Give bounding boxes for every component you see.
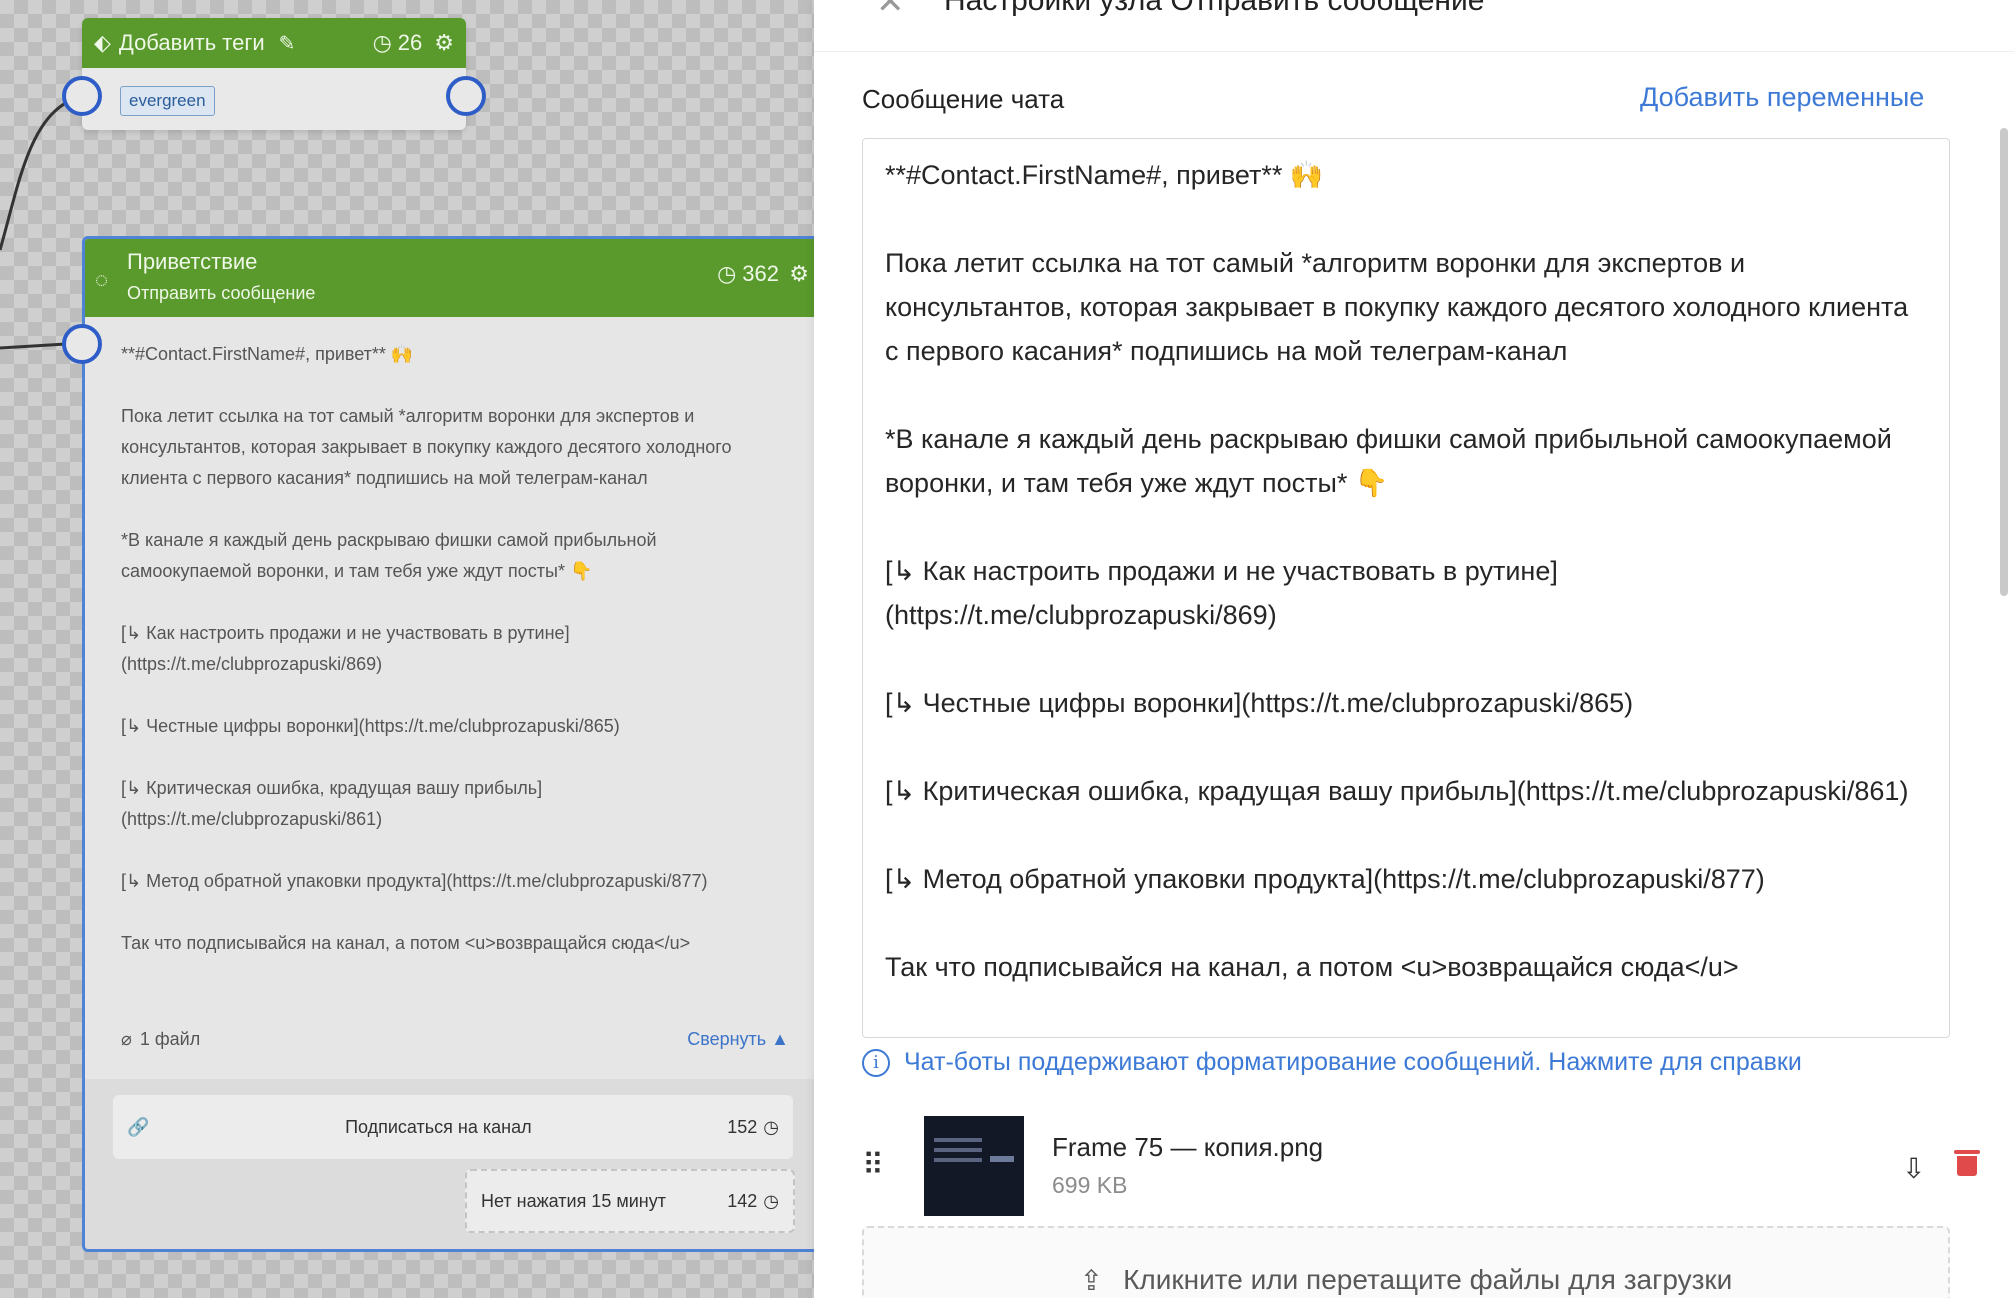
file-name: Frame 75 — копия.png <box>1052 1132 1324 1162</box>
input-port[interactable] <box>62 76 102 116</box>
add-variables-link[interactable]: Добавить переменные <box>1640 82 1924 113</box>
subscribe-button-counter: 152 ◷ <box>727 1117 779 1138</box>
subscribe-button-count: 152 <box>727 1116 758 1137</box>
node-greeting-header: ◌ Приветствие Отправить сообщение ◷ 362 … <box>85 239 814 317</box>
node-greeting-counter: ◷ 362 <box>717 261 779 287</box>
node-greeting-title: Приветствие <box>127 249 258 274</box>
node-greeting-message: **#Contact.FirstName#, привет** 🙌 Пока л… <box>121 344 732 953</box>
subscribe-button-label: Подписаться на канал <box>345 1116 532 1137</box>
flow-canvas[interactable]: ⬖ Добавить теги ✎ ◷ 26 ⚙ evergreen ◌ При… <box>0 0 814 1298</box>
drag-handle-icon[interactable]: ⠿ <box>862 1148 884 1183</box>
tag-icon: ⬖ <box>94 30 111 55</box>
node-add-tags-counter: ◷ 26 <box>373 30 423 56</box>
chat-message-textarea[interactable]: **#Contact.FirstName#, привет** 🙌 Пока л… <box>862 138 1950 1038</box>
link-icon: 🔗 <box>127 1116 150 1137</box>
panel-title: Настройки узла Отправить сообщение <box>944 0 1485 17</box>
node-add-tags-count: 26 <box>397 30 423 55</box>
attached-file-row: ⠿ Frame 75 — копия.png 699 KB ⇩ <box>862 1112 1980 1218</box>
pencil-icon[interactable]: ✎ <box>279 31 296 56</box>
info-icon: i <box>862 1048 890 1077</box>
subscribe-button-row[interactable]: 🔗 Подписаться на канал 152 ◷ <box>113 1095 793 1159</box>
output-port[interactable] <box>446 76 486 116</box>
clock-icon: ◷ <box>372 30 392 55</box>
download-cloud-icon[interactable]: ⇩ <box>1902 1152 1925 1185</box>
panel-header: ✕ Настройки узла Отправить сообщение <box>814 0 2014 52</box>
file-size: 699 KB <box>1052 1172 1128 1198</box>
node-greeting-subtitle: Отправить сообщение <box>127 283 316 303</box>
node-greeting[interactable]: ◌ Приветствие Отправить сообщение ◷ 362 … <box>82 236 814 1252</box>
chat-icon: ◌ <box>95 267 109 292</box>
timeout-label: Нет нажатия 15 минут <box>481 1190 666 1211</box>
gear-icon[interactable]: ⚙ <box>434 30 454 56</box>
timeout-count: 142 <box>727 1190 758 1211</box>
files-label: 1 файл <box>139 1029 201 1049</box>
input-port[interactable] <box>62 324 102 364</box>
node-greeting-count: 362 <box>742 261 779 286</box>
timeout-row[interactable]: Нет нажатия 15 минут 142 ◷ <box>465 1169 795 1233</box>
node-add-tags[interactable]: ⬖ Добавить теги ✎ ◷ 26 ⚙ evergreen <box>82 18 466 130</box>
timeout-counter: 142 ◷ <box>727 1191 779 1212</box>
clock-icon: ◷ <box>763 1190 779 1211</box>
formatting-hint-text: Чат-боты поддерживают форматирование соо… <box>904 1048 1802 1076</box>
clock-icon: ◷ <box>717 261 737 286</box>
upload-icon: ⇪ <box>1079 1265 1104 1296</box>
trash-icon[interactable] <box>1954 1150 1980 1176</box>
file-dropzone[interactable]: ⇪ Кликните или перетащите файлы для загр… <box>862 1226 1950 1298</box>
close-icon[interactable]: ✕ <box>876 0 905 22</box>
file-thumbnail <box>924 1116 1024 1216</box>
node-add-tags-title: Добавить теги <box>118 30 265 55</box>
formatting-hint-link[interactable]: i Чат-боты поддерживают форматирование с… <box>862 1048 1802 1077</box>
dropzone-label: Кликните или перетащите файлы для загруз… <box>1123 1264 1733 1295</box>
tag-chip: evergreen <box>120 86 215 116</box>
gear-icon[interactable]: ⚙ <box>789 261 809 287</box>
node-greeting-files: ⌀ 1 файл <box>121 1029 200 1050</box>
chat-message-label: Сообщение чата <box>862 84 1065 114</box>
panel-scrollbar[interactable] <box>2000 128 2008 596</box>
paperclip-icon: ⌀ <box>121 1029 132 1049</box>
node-add-tags-header: ⬖ Добавить теги ✎ ◷ 26 ⚙ <box>82 18 466 68</box>
collapse-link[interactable]: Свернуть ▲ <box>687 1029 789 1050</box>
clock-icon: ◷ <box>763 1116 779 1137</box>
node-settings-panel: ✕ Настройки узла Отправить сообщение Соо… <box>814 0 2014 1298</box>
